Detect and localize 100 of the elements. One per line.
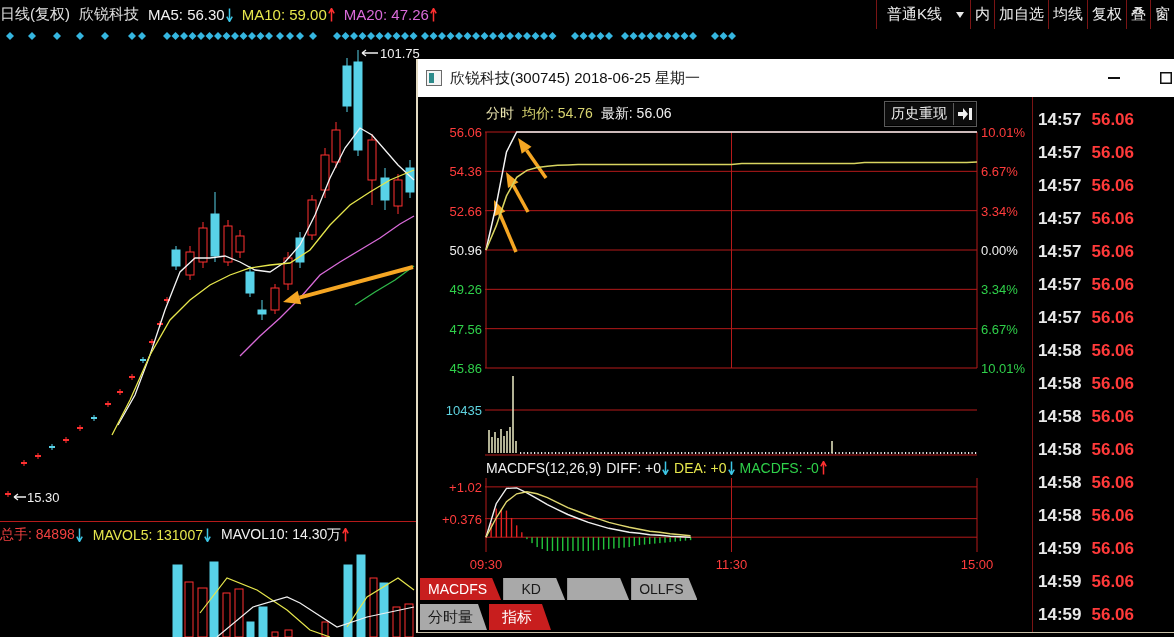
trade-time: 14:57	[1038, 208, 1082, 229]
price-axis-label: 47.56	[449, 321, 482, 337]
candlestick	[157, 320, 163, 328]
candlestick	[35, 452, 41, 460]
volume-bar	[184, 581, 194, 637]
volume-indicator-value: 总手: 84898	[0, 526, 75, 544]
trade-price: 56.06	[1091, 208, 1135, 229]
candlestick	[380, 167, 390, 211]
candlestick	[21, 459, 27, 467]
arrow-to-bar-icon	[958, 108, 972, 120]
time-axis-label: 11:30	[715, 557, 748, 572]
candlestick	[245, 265, 255, 298]
candlestick	[117, 388, 123, 396]
macd-bar	[638, 537, 641, 546]
volume-bar	[246, 621, 255, 637]
candlestick	[149, 338, 155, 346]
diamond-marker-icon	[6, 32, 14, 40]
diamond-marker-icon	[276, 32, 284, 40]
indicator-tab[interactable]: KD	[503, 578, 566, 600]
macd-legend-value: MACDFS(12,26,9)	[486, 460, 602, 476]
candlestick	[164, 296, 170, 304]
diamond-marker-icon	[309, 32, 317, 40]
macd-axis-label: +0.376	[441, 511, 482, 527]
macd-bar	[505, 510, 508, 538]
trade-price: 56.06	[1091, 307, 1135, 328]
low-price-label: 15.30	[27, 490, 60, 505]
trade-price: 56.06	[1091, 274, 1135, 295]
maximize-button[interactable]	[1160, 72, 1172, 84]
volume-bar	[379, 582, 389, 637]
annotation-arrow	[506, 172, 530, 213]
moving-average-value: MA5: 56.30	[148, 6, 225, 23]
trade-price: 56.06	[1091, 142, 1135, 163]
macd-legend-value: DEA: +0	[674, 460, 727, 476]
candlestick	[91, 414, 97, 422]
volume-bar	[321, 621, 329, 637]
annotation-arrow	[494, 200, 518, 253]
time-axis-label: 15:00	[960, 557, 994, 572]
average-price-value: 均价: 54.76	[522, 105, 593, 123]
macd-bar	[551, 537, 554, 551]
macd-axis-label: +1.02	[449, 479, 482, 495]
indicator-tab[interactable]: OLLFS	[631, 578, 698, 600]
candlestick	[320, 147, 330, 199]
trade-time: 14:57	[1038, 142, 1082, 163]
indicator-tab[interactable]: MACDFS	[420, 578, 502, 600]
indicator-tab[interactable]	[567, 578, 630, 600]
volume-indicator-value: MAVOL5: 131007	[92, 527, 203, 543]
trade-time: 14:57	[1038, 241, 1082, 262]
price-axis-label: 54.36	[449, 164, 482, 180]
trade-time: 14:58	[1038, 406, 1082, 427]
candlestick	[198, 221, 208, 269]
maximize-icon	[1160, 72, 1172, 84]
change-percent-label: 6.67%	[981, 164, 1018, 180]
trade-price: 56.06	[1091, 340, 1135, 361]
candlestick	[331, 121, 341, 169]
trade-time: 14:58	[1038, 505, 1082, 526]
trade-price: 56.06	[1091, 406, 1135, 427]
candlestick	[5, 490, 11, 498]
candlestick	[77, 424, 83, 432]
candlestick	[295, 231, 305, 269]
volume-bar	[271, 631, 279, 637]
trade-price: 56.06	[1091, 241, 1135, 262]
candlestick	[185, 245, 195, 281]
change-percent-label: 10.01%	[981, 361, 1026, 376]
pane-tab[interactable]: 指标	[489, 604, 551, 630]
candlestick	[171, 245, 181, 271]
time-axis-label: 09:30	[469, 557, 503, 572]
annotation-arrow	[518, 138, 548, 179]
price-axis-label: 45.86	[449, 361, 482, 376]
trade-price: 56.06	[1091, 472, 1135, 493]
macd-bar	[500, 509, 503, 538]
trade-time: 14:59	[1038, 538, 1082, 559]
mavol5-line	[346, 577, 415, 628]
trade-time: 14:57	[1038, 307, 1082, 328]
volume-bar	[284, 629, 293, 637]
diamond-marker-icon	[101, 32, 109, 40]
volume-bar	[369, 577, 378, 637]
trade-price: 56.06	[1091, 439, 1135, 460]
pane-tab[interactable]: 分时量	[420, 604, 487, 630]
candlestick	[105, 400, 111, 408]
trade-price: 56.06	[1091, 571, 1135, 592]
high-price-pointer	[361, 49, 379, 57]
skip-to-end-button[interactable]	[954, 103, 976, 125]
macd-bar	[684, 537, 687, 541]
macd-bar	[592, 537, 595, 551]
candlestick	[223, 219, 233, 267]
macd-bar	[648, 537, 651, 545]
moving-average-value: MA20: 47.26	[343, 6, 429, 23]
change-percent-label: 6.67%	[981, 321, 1018, 337]
price-axis-label: 50.96	[449, 243, 482, 258]
change-percent-label: 3.34%	[981, 282, 1018, 298]
price-axis-label: 52.66	[449, 203, 482, 219]
candlestick	[393, 173, 403, 215]
history-replay-button[interactable]: 历史重现	[885, 103, 954, 125]
price-axis-label: 49.26	[449, 282, 482, 298]
price-axis-label: 56.06	[449, 125, 482, 140]
volume-bar	[234, 588, 244, 637]
macd-bar	[643, 537, 646, 545]
trade-time: 14:57	[1038, 109, 1082, 130]
trade-time: 14:59	[1038, 571, 1082, 592]
trade-time: 14:57	[1038, 274, 1082, 295]
